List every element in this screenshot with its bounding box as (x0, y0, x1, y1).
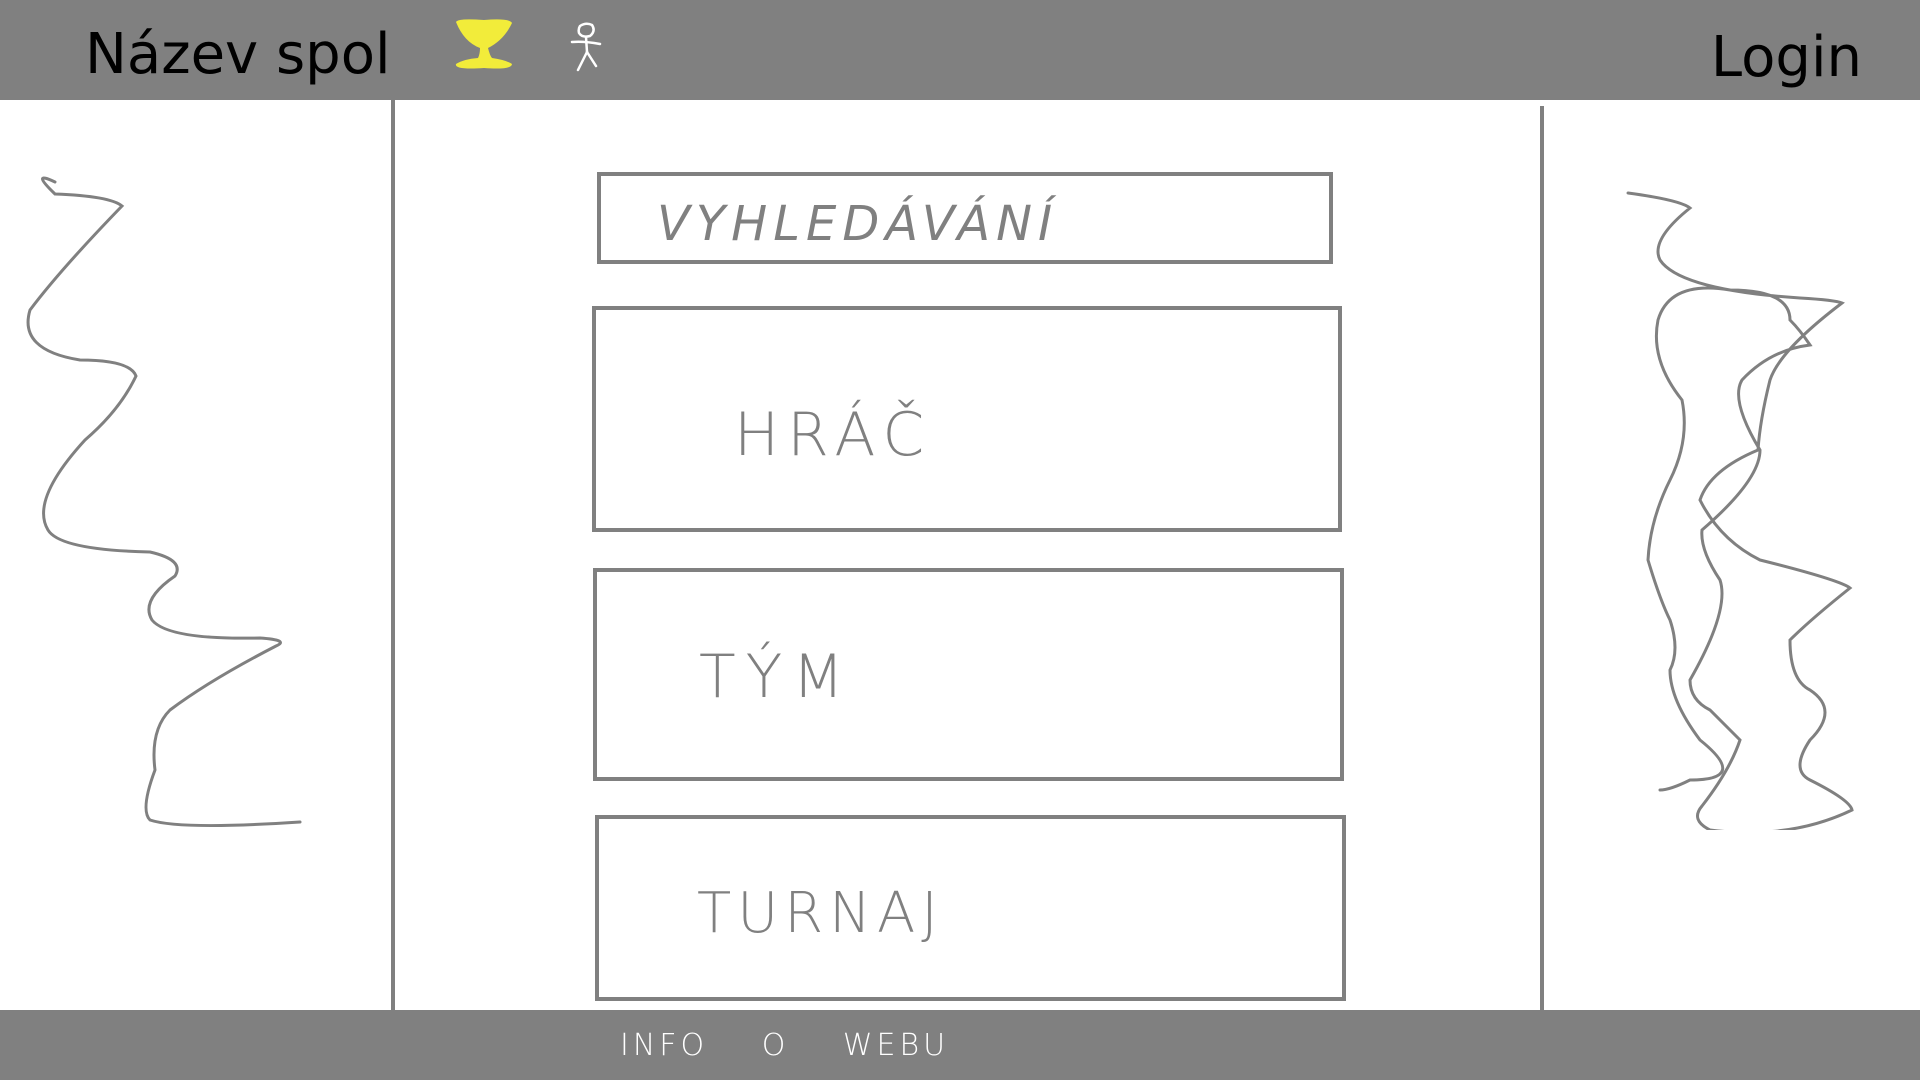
team-label: TÝM (699, 642, 855, 712)
team-button[interactable]: TÝM (593, 568, 1344, 781)
footer-info-link[interactable]: INFO O WEBU (620, 1028, 949, 1063)
left-column-divider (391, 100, 395, 1010)
footer-bar: INFO O WEBU (0, 1010, 1920, 1080)
tournaments-label: TURNAJ (697, 881, 944, 946)
tournaments-button[interactable]: TURNAJ (595, 815, 1346, 1001)
right-ad-placeholder (1626, 191, 1854, 830)
search-label: VYHLEDÁVÁNÍ (657, 196, 1059, 252)
person-icon[interactable] (570, 22, 604, 74)
login-link[interactable]: Login (1711, 25, 1862, 91)
trophy-icon[interactable] (452, 18, 516, 70)
top-bar: Název spol Login (0, 0, 1920, 100)
company-name: Název spol (85, 22, 391, 87)
right-column-divider (1540, 106, 1544, 1010)
games-button[interactable]: HRÁČ (592, 306, 1342, 532)
search-box[interactable]: VYHLEDÁVÁNÍ (597, 172, 1333, 264)
games-label: HRÁČ (734, 400, 933, 470)
left-ad-placeholder (26, 176, 302, 828)
